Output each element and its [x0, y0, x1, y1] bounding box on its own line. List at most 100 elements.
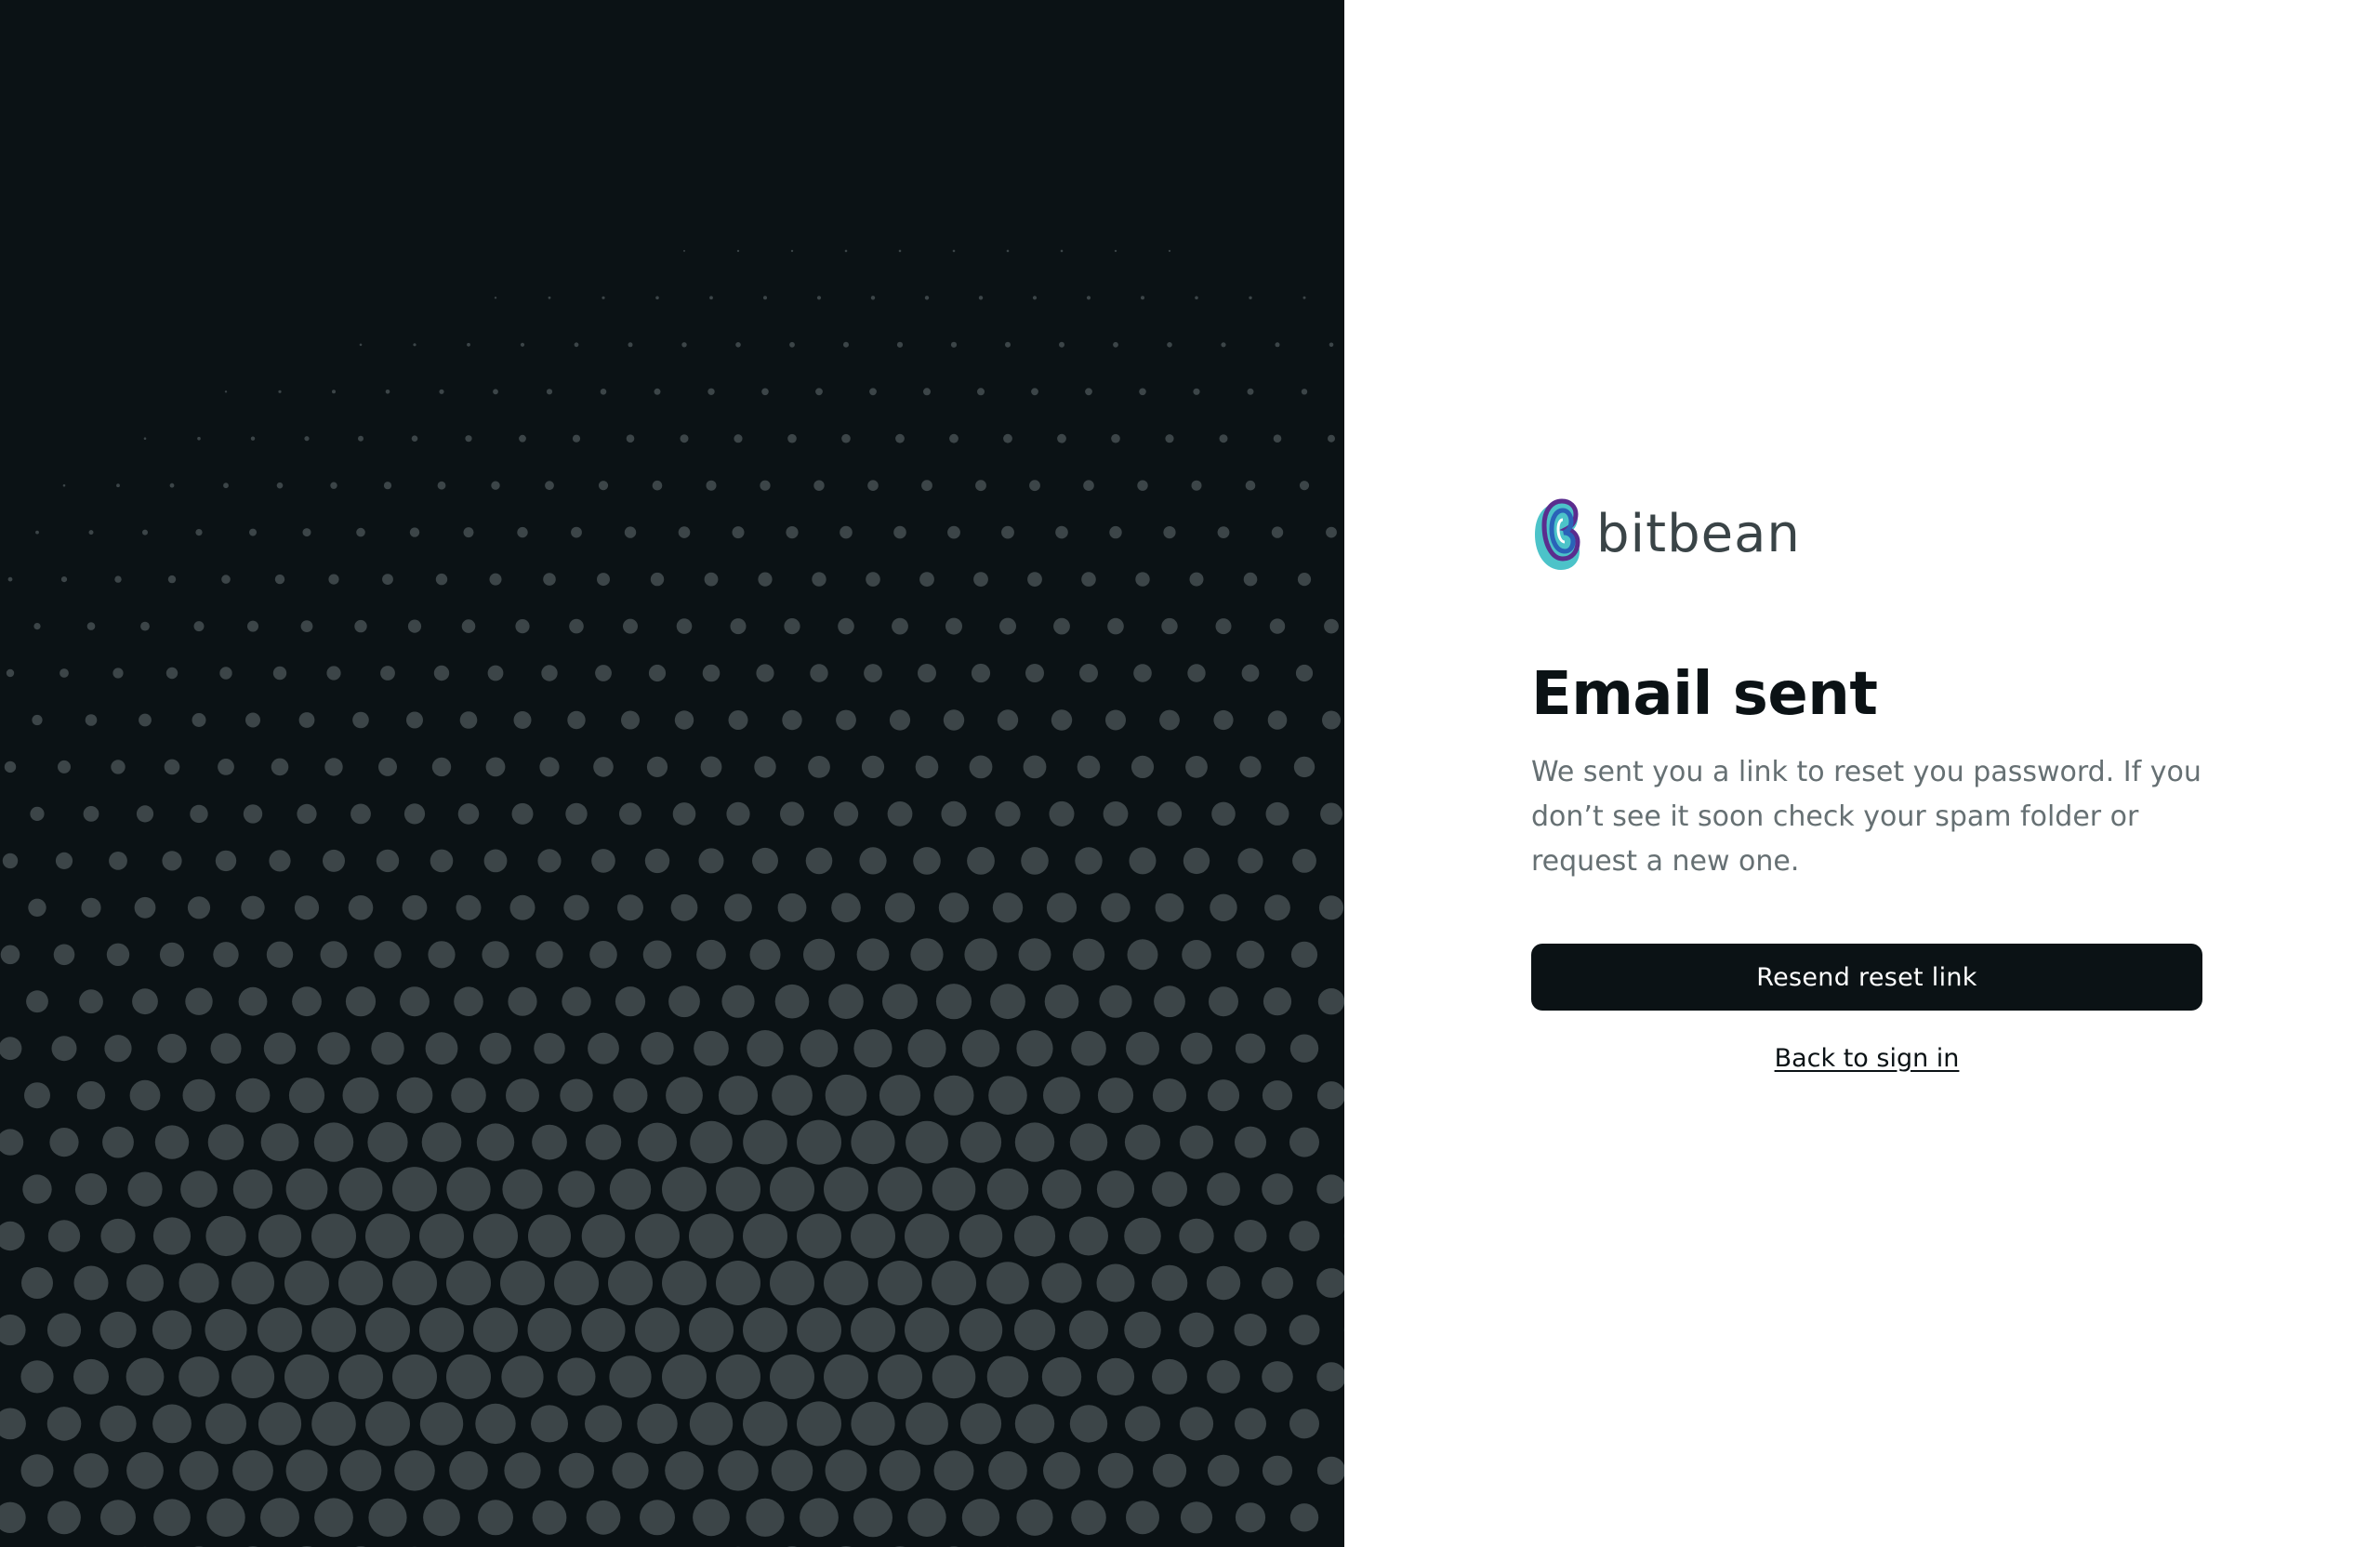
halftone-dot	[58, 760, 71, 774]
halftone-dot	[726, 801, 750, 826]
halftone-dot	[851, 1213, 895, 1259]
halftone-dot	[1124, 1217, 1161, 1255]
halftone-dot	[1211, 801, 1236, 826]
halftone-dot	[763, 296, 767, 300]
halftone-dot	[136, 805, 154, 823]
halftone-dot	[1053, 617, 1070, 635]
halftone-dot	[49, 1128, 79, 1157]
halftone-dot	[1075, 847, 1103, 875]
halftone-dot	[178, 1356, 219, 1397]
halftone-dot	[1001, 525, 1014, 539]
back-to-sign-in-link[interactable]: Back to sign in	[1531, 1044, 2202, 1073]
halftone-dot	[907, 1029, 946, 1068]
halftone-dot	[85, 714, 98, 726]
halftone-dot	[690, 1120, 733, 1164]
halftone-dot	[1302, 296, 1306, 299]
halftone-dot	[1293, 756, 1316, 778]
halftone-dot	[608, 1261, 653, 1305]
halftone-dot	[1207, 1172, 1240, 1206]
resend-reset-link-button[interactable]: Resend reset link	[1531, 944, 2202, 1011]
halftone-dot	[425, 1032, 458, 1065]
halftone-dot	[572, 434, 581, 443]
halftone-dot	[345, 986, 377, 1017]
halftone-dot	[1235, 1408, 1266, 1440]
halftone-dot	[1262, 1455, 1293, 1486]
halftone-dot	[797, 1213, 841, 1259]
halftone-dot	[770, 1261, 814, 1305]
halftone-dot	[851, 1307, 895, 1353]
halftone-dot	[945, 617, 962, 635]
halftone-dot	[28, 898, 46, 917]
halftone-dot	[986, 1355, 1029, 1398]
halftone-dot	[454, 986, 483, 1016]
halftone-dot	[365, 1401, 410, 1447]
halftone-dot	[409, 527, 420, 537]
halftone-dot	[574, 342, 579, 348]
halftone-dot	[238, 986, 268, 1016]
halftone-dot	[304, 436, 310, 442]
halftone-dot	[771, 1449, 813, 1492]
halftone-dot	[598, 481, 609, 491]
halftone-dot	[1301, 389, 1308, 395]
halftone-dot	[867, 480, 879, 491]
halftone-dot	[288, 1078, 325, 1114]
halftone-dot	[6, 668, 15, 678]
halftone-dot	[263, 1032, 297, 1064]
halftone-dot	[1322, 710, 1341, 730]
halftone-dot	[1262, 1173, 1293, 1205]
halftone-dot	[967, 847, 995, 875]
halftone-dot	[294, 895, 320, 920]
halftone-dot	[787, 433, 797, 443]
halftone-dot	[662, 1167, 707, 1212]
halftone-dot	[1159, 709, 1180, 731]
halftone-dot	[977, 388, 985, 396]
halftone-dot	[249, 528, 257, 536]
halftone-dot	[1018, 938, 1051, 972]
halftone-dot	[269, 850, 291, 872]
halftone-dot	[1014, 1122, 1055, 1162]
halftone-dot	[1183, 847, 1210, 875]
halftone-dot	[907, 1498, 946, 1538]
halftone-dot	[800, 1498, 839, 1538]
halftone-dot	[800, 1029, 839, 1067]
halftone-dot	[758, 572, 773, 587]
halftone-dot	[1241, 664, 1260, 682]
halftone-dot	[114, 575, 122, 583]
halftone-dot	[716, 1167, 760, 1212]
halftone-dot	[1195, 296, 1198, 300]
halftone-dot	[76, 1081, 106, 1110]
halftone-dot	[1193, 388, 1200, 395]
halftone-dot	[1081, 572, 1096, 587]
halftone-dot	[674, 710, 694, 730]
halftone-dot	[1316, 1362, 1344, 1392]
halftone-dot	[1013, 1215, 1056, 1257]
halftone-dot	[0, 1408, 26, 1440]
halftone-dot	[511, 802, 534, 825]
halftone-dot	[352, 711, 369, 729]
halftone-dot	[185, 987, 213, 1015]
halftone-dot	[1077, 755, 1101, 779]
halftone-dot	[1316, 1268, 1344, 1298]
halftone-dot	[1111, 433, 1120, 443]
halftone-dot	[824, 1167, 868, 1212]
halftone-dot	[698, 848, 724, 874]
halftone-dot	[446, 1167, 491, 1211]
halftone-dot	[140, 621, 150, 631]
halftone-dot	[47, 1220, 81, 1252]
halftone-dot	[1295, 664, 1314, 682]
halftone-dot	[1006, 249, 1010, 253]
halftone-dot	[816, 296, 822, 300]
halftone-dot	[1207, 1079, 1240, 1112]
halftone-dot	[591, 849, 615, 873]
halftone-dot	[932, 1261, 976, 1305]
halftone-dot	[644, 848, 670, 874]
halftone-dot	[1027, 572, 1042, 587]
halftone-dot	[879, 1075, 921, 1117]
halftone-dot	[735, 342, 741, 348]
halftone-dot	[1206, 1265, 1241, 1301]
halftone-dot	[562, 986, 591, 1016]
halftone-dot	[219, 667, 232, 680]
halftone-dot	[654, 388, 661, 395]
halftone-dot	[760, 480, 771, 491]
halftone-dot	[1235, 1033, 1266, 1064]
